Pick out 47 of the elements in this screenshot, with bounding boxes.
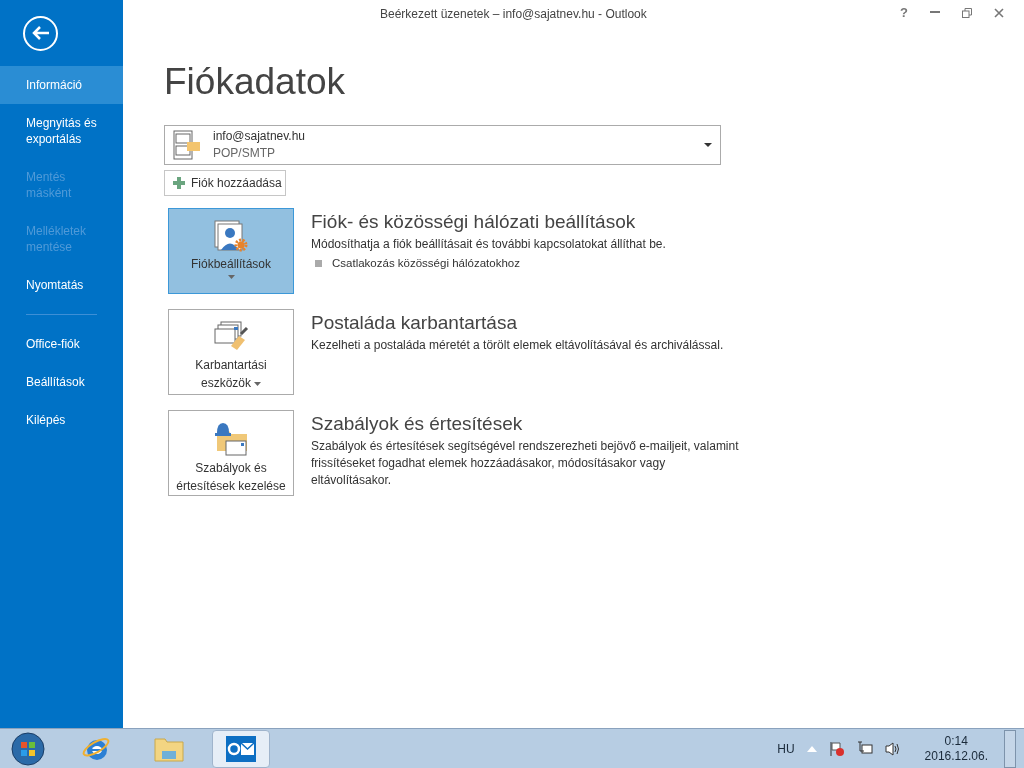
section-title: Fiók- és közösségi hálózati beállítások: [311, 210, 637, 234]
bell-folder-mail-icon: [213, 421, 249, 457]
speaker-icon[interactable]: [884, 740, 901, 757]
back-arrow-icon: [31, 26, 50, 40]
clock-time: 0:14: [944, 733, 968, 749]
section-description: Módosíthatja a fiók beállításait és további kapcsolatokat állíthat be.: [311, 236, 667, 253]
network-icon[interactable]: [856, 740, 873, 757]
restore-icon[interactable]: [962, 7, 972, 18]
sidebar-item[interactable]: Megnyitás és exportálás: [0, 104, 123, 158]
mailbox-icon: [173, 130, 201, 160]
language-indicator[interactable]: HU: [777, 739, 795, 758]
account-email: info@sajatnev.hu: [213, 128, 306, 144]
section-title: Szabályok és értesítések: [311, 412, 524, 436]
account-settings-icon: [213, 219, 249, 253]
close-icon[interactable]: [994, 7, 1004, 18]
outlook-icon: [226, 735, 256, 762]
page-heading: Fiókadatok: [164, 60, 346, 104]
sidebar-item[interactable]: Beállítások: [0, 363, 123, 401]
account-type: POP/SMTP: [213, 145, 276, 162]
taskbar-app[interactable]: [212, 729, 270, 768]
section-description: Kezelheti a postaláda méretét a törölt elemek eltávolításával és archiválással.: [311, 337, 725, 354]
sidebar-item[interactable]: Információ: [0, 66, 123, 104]
windows-logo-icon: [11, 731, 45, 766]
bullet-icon: [315, 260, 322, 268]
section-bullet: Csatlakozás közösségi hálózatokhoz: [332, 256, 520, 271]
back-button[interactable]: [23, 15, 58, 51]
sidebar-item[interactable]: Nyomtatás: [0, 266, 123, 304]
account-dropdown[interactable]: info@sajatnev.hu POP/SMTP: [164, 125, 721, 165]
plus-icon: [173, 177, 185, 189]
clock[interactable]: 0:14 2016.12.06.: [924, 733, 988, 764]
clock-date: 2016.12.06.: [924, 748, 988, 764]
start-button[interactable]: [8, 730, 48, 767]
section-title: Postaláda karbantartása: [311, 311, 518, 335]
section-button[interactable]: Fiókbeállítások: [168, 208, 294, 294]
flag-alert-icon[interactable]: [828, 740, 845, 757]
caret-icon: [254, 381, 261, 386]
dropdown-arrow-icon: [704, 143, 712, 147]
sidebar-item[interactable]: Office-fiók: [0, 325, 123, 363]
window-title: Beérkezett üzenetek – info@sajatnev.hu - Outlook: [380, 6, 647, 23]
section-description: Szabályok és értesítések segítségével rendszerezheti bejövő e-mailjeit, valamint frissítéseket fogadhat elemek hozzáadásakor, módosításakor vagy eltávolításakor.: [311, 438, 740, 489]
sidebar-item[interactable]: Kilépés: [0, 401, 123, 439]
add-account-button[interactable]: Fiók hozzáadása: [164, 170, 286, 196]
section-button[interactable]: Karbantartási eszközök: [168, 309, 294, 395]
minimize-icon[interactable]: [930, 11, 940, 14]
section-button[interactable]: Szabályok és értesítések kezelése: [168, 410, 294, 496]
caret-icon: [227, 275, 235, 279]
help-button[interactable]: ?: [900, 2, 908, 23]
